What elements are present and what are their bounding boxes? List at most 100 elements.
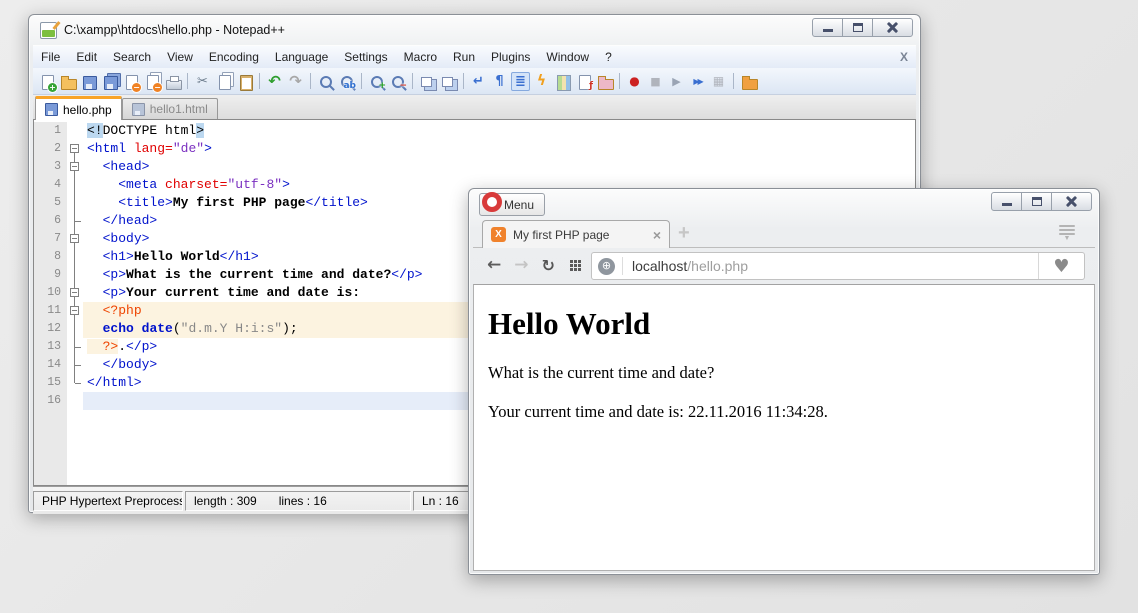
minimize-button[interactable] (991, 192, 1022, 211)
sync-horizontal-scroll-icon[interactable] (439, 72, 458, 91)
editor-tab-hello1.html[interactable]: hello1.html (122, 98, 218, 119)
folder-as-workspace-icon[interactable] (595, 72, 614, 91)
page-heading: Hello World (488, 306, 1086, 342)
zoom-in-icon[interactable]: + (367, 72, 386, 91)
saved-file-icon (45, 103, 58, 116)
menu-item-view[interactable]: View (159, 47, 201, 67)
open-file-icon[interactable] (58, 72, 77, 91)
menu-item-language[interactable]: Language (267, 47, 336, 67)
user-defined-dialog-icon[interactable]: ϟ (532, 72, 551, 91)
menu-item-search[interactable]: Search (105, 47, 159, 67)
editor-tab-hello.php[interactable]: hello.php (35, 96, 122, 120)
code-text[interactable]: <html lang="de"> (83, 140, 915, 158)
zoom-out-icon[interactable]: − (388, 72, 407, 91)
browser-window-controls (992, 192, 1092, 211)
fold-toggle-icon[interactable] (67, 140, 83, 158)
menu-item-settings[interactable]: Settings (336, 47, 395, 67)
print-icon[interactable] (163, 72, 182, 91)
redo-icon[interactable]: ↷ (286, 72, 305, 91)
line-number: 5 (34, 194, 67, 212)
close-button[interactable] (1051, 192, 1092, 211)
show-all-characters-icon[interactable]: ¶ (490, 72, 509, 91)
code-line-1: 1<!DOCTYPE html> (34, 122, 915, 140)
macro-save-icon[interactable]: ▦ (709, 72, 728, 91)
toolbar-separator (463, 73, 464, 89)
status-lines: lines : 16 (279, 494, 327, 508)
show-indent-guide-icon[interactable]: ≣ (511, 72, 530, 91)
code-text[interactable]: <head> (83, 158, 915, 176)
line-number: 12 (34, 320, 67, 338)
find-icon[interactable] (316, 72, 335, 91)
document-close-icon[interactable]: X (900, 50, 908, 64)
menu-item-encoding[interactable]: Encoding (201, 47, 267, 67)
save-file-icon[interactable] (79, 72, 98, 91)
restore-button[interactable] (842, 18, 873, 37)
status-length: length : 309 (194, 494, 257, 508)
window-title: C:\xampp\htdocs\hello.php - Notepad++ (64, 23, 285, 37)
word-wrap-icon[interactable]: ↵ (469, 72, 488, 91)
copy-icon[interactable] (214, 72, 233, 91)
browser-tab-my-first-php-page[interactable]: X My first PHP page × (482, 220, 670, 248)
menu-item-edit[interactable]: Edit (68, 47, 105, 67)
replace-icon[interactable]: ab (337, 72, 356, 91)
macro-record-icon[interactable]: ● (625, 72, 644, 91)
close-button[interactable] (872, 18, 913, 37)
tab-label: hello.php (63, 103, 112, 117)
function-list-icon[interactable]: ƒ (574, 72, 593, 91)
desktop: C:\xampp\htdocs\hello.php - Notepad++ Fi… (0, 0, 1138, 613)
notepadpp-titlebar[interactable]: C:\xampp\htdocs\hello.php - Notepad++ (33, 15, 916, 45)
forward-button[interactable]: → (514, 255, 528, 275)
toolbar-separator (259, 73, 260, 89)
code-text[interactable]: <!DOCTYPE html> (83, 122, 915, 140)
menu-item-window[interactable]: Window (538, 47, 597, 67)
speed-dial-icon[interactable] (570, 260, 581, 271)
fold-toggle-icon[interactable] (67, 302, 83, 320)
macro-play-icon[interactable]: ▶ (667, 72, 686, 91)
document-map-icon[interactable] (553, 72, 572, 91)
save-all-icon[interactable] (100, 72, 119, 91)
close-all-icon[interactable]: − (142, 72, 161, 91)
monitoring-folder-icon[interactable] (739, 72, 758, 91)
new-tab-button[interactable]: + (678, 222, 690, 245)
macro-stop-icon[interactable]: ■ (646, 72, 665, 91)
fold-toggle-icon[interactable] (67, 230, 83, 248)
opera-menu-button[interactable]: Menu (479, 193, 545, 216)
cut-icon[interactable]: ✂ (193, 72, 212, 91)
npp-toolbar: +−−✂↶↷ab+−↵¶≣ϟƒ●■▶▶▶▦ (33, 68, 916, 95)
paste-icon[interactable] (235, 72, 254, 91)
tab-menu-icon[interactable]: ▼ (1059, 225, 1075, 241)
undo-icon[interactable]: ↶ (265, 72, 284, 91)
new-file-icon[interactable]: + (37, 72, 56, 91)
menu-item-run[interactable]: Run (445, 47, 483, 67)
tab-close-icon[interactable]: × (653, 227, 661, 243)
sync-vertical-scroll-icon[interactable] (418, 72, 437, 91)
toolbar-separator (733, 73, 734, 89)
restore-button[interactable] (1021, 192, 1052, 211)
menu-item-help[interactable]: ? (597, 47, 620, 67)
menu-item-macro[interactable]: Macro (396, 47, 445, 67)
page-paragraph-2: Your current time and date is: 22.11.201… (488, 402, 1086, 422)
fold-toggle-icon[interactable] (67, 284, 83, 302)
fold-margin (67, 392, 83, 410)
page-paragraph-1: What is the current time and date? (488, 363, 1086, 383)
address-bar[interactable]: ⊕ localhost/hello.php ♥ (591, 252, 1085, 280)
url-host: localhost (632, 258, 687, 274)
line-number: 3 (34, 158, 67, 176)
reload-button[interactable]: ↻ (542, 256, 555, 275)
menu-item-plugins[interactable]: Plugins (483, 47, 538, 67)
status-doc-type: PHP Hypertext Preprocessor (33, 491, 183, 511)
minimize-button[interactable] (812, 18, 843, 37)
macro-run-multiple-icon[interactable]: ▶▶ (688, 72, 707, 91)
close-file-icon[interactable]: − (121, 72, 140, 91)
back-button[interactable]: ← (487, 255, 501, 275)
bookmark-heart-button[interactable]: ♥ (1038, 253, 1084, 279)
site-badge-icon[interactable]: ⊕ (598, 258, 615, 275)
menu-item-file[interactable]: File (33, 47, 68, 67)
line-number: 10 (34, 284, 67, 302)
fold-toggle-icon[interactable] (67, 158, 83, 176)
saved-file-icon (132, 103, 145, 116)
minimize-icon (1002, 203, 1012, 206)
toolbar-separator (619, 73, 620, 89)
toolbar-separator (361, 73, 362, 89)
line-number: 8 (34, 248, 67, 266)
